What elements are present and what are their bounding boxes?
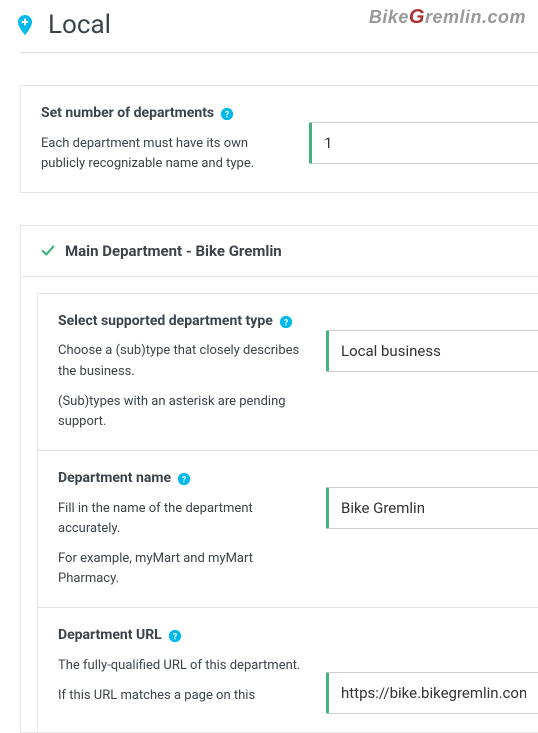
- departments-count-desc: Each department must have its own public…: [41, 134, 285, 174]
- departments-count-label: Set number of departments: [41, 104, 214, 124]
- department-url-desc2: If this URL matches a page on this: [58, 686, 302, 706]
- svg-text:?: ?: [173, 632, 178, 642]
- check-icon: [41, 244, 55, 258]
- department-url-label: Department URL: [58, 626, 162, 646]
- department-type-desc2: (Sub)types with an asterisk are pending …: [58, 392, 302, 432]
- help-icon[interactable]: ?: [168, 629, 182, 643]
- main-department-body: Select supported department type ? Choos…: [21, 277, 538, 732]
- svg-text:?: ?: [225, 110, 230, 120]
- department-type-select[interactable]: Local business: [326, 330, 538, 372]
- department-url-input[interactable]: [341, 684, 526, 702]
- help-icon[interactable]: ?: [177, 472, 191, 486]
- input-col: [326, 626, 538, 714]
- local-pin-icon: [12, 12, 38, 38]
- row-department-type: Select supported department type ? Choos…: [38, 294, 538, 450]
- label-col: Department name ? Fill in the name of th…: [58, 469, 302, 589]
- help-icon[interactable]: ?: [220, 107, 234, 121]
- input-col: [309, 104, 538, 164]
- departments-count-input[interactable]: [324, 134, 526, 152]
- help-icon[interactable]: ?: [279, 315, 293, 329]
- inner-panel: Select supported department type ? Choos…: [37, 293, 538, 732]
- content-area: Set number of departments ? Each departm…: [0, 52, 538, 733]
- page-header: Local: [0, 0, 538, 52]
- input-col: Local business: [326, 312, 538, 372]
- row-department-name: Department name ? Fill in the name of th…: [38, 450, 538, 607]
- svg-text:?: ?: [284, 318, 289, 328]
- departments-count-input-wrap[interactable]: [309, 122, 538, 164]
- department-url-input-wrap[interactable]: [326, 672, 538, 714]
- label-col: Select supported department type ? Choos…: [58, 312, 302, 432]
- department-type-label: Select supported department type: [58, 312, 273, 332]
- department-url-desc1: The fully-qualified URL of this departme…: [58, 656, 302, 676]
- divider: [20, 52, 538, 53]
- department-name-desc2: For example, myMart and myMart Pharmacy.: [58, 549, 302, 589]
- row-department-url: Department URL ? The fully-qualified URL…: [38, 607, 538, 732]
- department-name-input-wrap[interactable]: [326, 487, 538, 529]
- department-type-value: Local business: [341, 342, 526, 360]
- main-department-header[interactable]: Main Department - Bike Gremlin: [21, 226, 538, 277]
- page-title: Local: [48, 10, 111, 40]
- panel-main-department: Main Department - Bike Gremlin Select su…: [20, 225, 538, 733]
- panel-departments-count: Set number of departments ? Each departm…: [20, 85, 538, 193]
- department-name-label: Department name: [58, 469, 171, 489]
- main-department-title: Main Department - Bike Gremlin: [65, 242, 282, 260]
- department-type-desc1: Choose a (sub)type that closely describe…: [58, 341, 302, 381]
- label-col: Department URL ? The fully-qualified URL…: [58, 626, 302, 706]
- row-departments-count: Set number of departments ? Each departm…: [21, 86, 538, 192]
- svg-text:?: ?: [182, 475, 187, 485]
- department-name-input[interactable]: [341, 499, 526, 517]
- department-name-desc1: Fill in the name of the department accur…: [58, 499, 302, 539]
- label-col: Set number of departments ? Each departm…: [41, 104, 285, 174]
- input-col: [326, 469, 538, 529]
